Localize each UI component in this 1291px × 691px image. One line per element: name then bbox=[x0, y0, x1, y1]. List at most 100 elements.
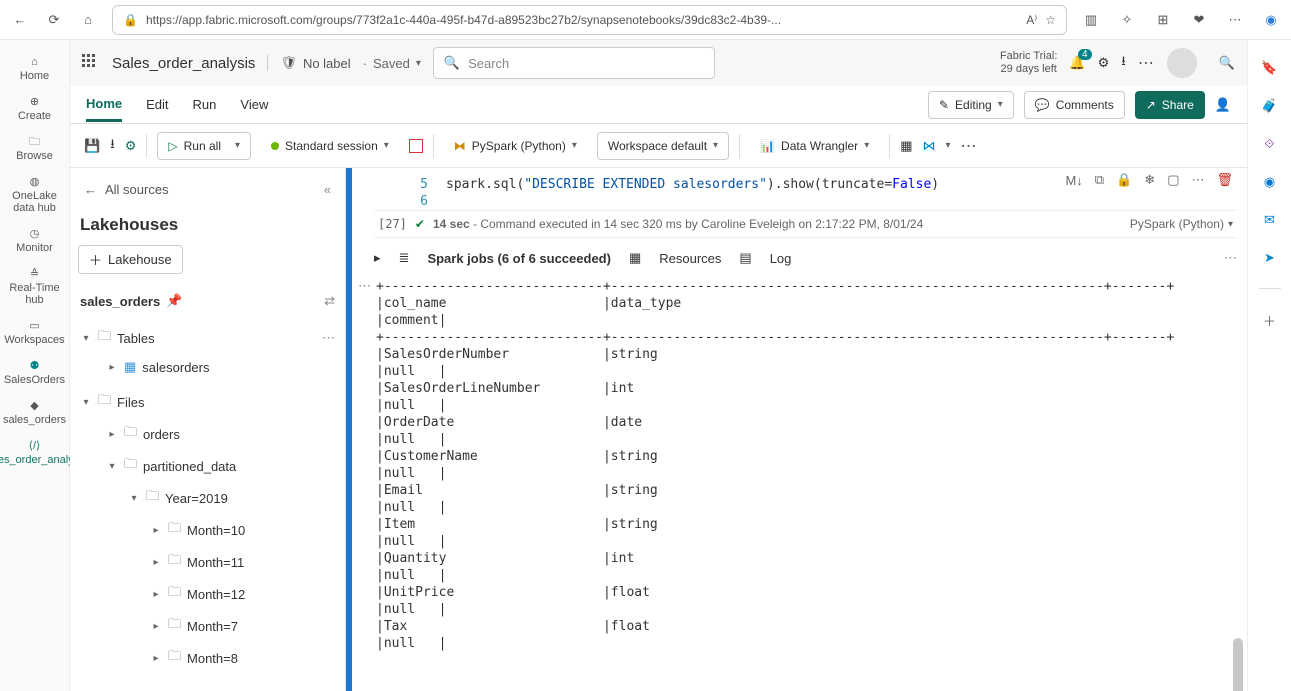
copy-cell-icon[interactable]: ⧉ bbox=[1095, 172, 1104, 188]
trial-info[interactable]: Fabric Trial: 29 days left bbox=[1000, 50, 1057, 76]
tree-folder-year[interactable]: ▾ 🗀 Year=2019 bbox=[78, 482, 337, 514]
save-icon[interactable]: 💾 bbox=[84, 138, 100, 154]
data-wrangler-button[interactable]: 📊Data Wrangler▾ bbox=[750, 132, 879, 160]
workspace-dropdown[interactable]: Workspace default▾ bbox=[597, 132, 729, 160]
tree-files[interactable]: ▾ 🗀 Files bbox=[78, 386, 337, 418]
right-search-icon[interactable]: 🔍 bbox=[1219, 55, 1235, 71]
tree-folder-orders[interactable]: ▸ 🗀 orders bbox=[78, 418, 337, 450]
comment-cell-icon[interactable]: ▢ bbox=[1167, 172, 1179, 188]
settings-gear-icon[interactable]: ⚙ bbox=[125, 138, 137, 154]
panel-more-icon[interactable]: ⋯ bbox=[358, 278, 371, 294]
save-state[interactable]: ·Saved ▾ bbox=[363, 56, 421, 71]
rail-create[interactable]: ⊕Create bbox=[0, 90, 69, 128]
rail-monitor[interactable]: ◷Monitor bbox=[0, 222, 69, 260]
split-icon[interactable]: ▥ bbox=[1081, 10, 1101, 30]
download-nb-icon[interactable]: ⭳ bbox=[110, 135, 115, 157]
search-input[interactable]: 🔍 Search bbox=[433, 47, 716, 79]
rail-notebook[interactable]: ⟨/⟩Sales_order_analysis bbox=[0, 434, 69, 472]
rail-salesorders-lh[interactable]: ◆sales_orders bbox=[0, 394, 69, 432]
scrollbar-thumb[interactable] bbox=[1233, 638, 1243, 691]
tree-folder-month[interactable]: ▸🗀Month=11 bbox=[78, 546, 337, 578]
spark-jobs-link[interactable]: Spark jobs (6 of 6 succeeded) bbox=[427, 251, 611, 266]
language-label: PySpark (Python) bbox=[472, 139, 566, 153]
send-icon[interactable]: ➤ bbox=[1264, 250, 1275, 266]
editing-mode-button[interactable]: ✎Editing▾ bbox=[928, 91, 1014, 119]
rail-realtime[interactable]: ≙Real-Time hub bbox=[0, 262, 69, 312]
refresh-button[interactable]: ⟳ bbox=[44, 10, 64, 30]
add-app-icon[interactable]: ＋ bbox=[1263, 311, 1276, 330]
delete-cell-icon[interactable]: 🗑 bbox=[1216, 172, 1233, 188]
tree-folder-month[interactable]: ▸🗀Month=10 bbox=[78, 514, 337, 546]
overflow-icon[interactable]: ⋯ bbox=[1225, 10, 1245, 30]
outlook-icon[interactable]: ✉ bbox=[1264, 212, 1275, 228]
favorites-icon[interactable]: ✧ bbox=[1117, 10, 1137, 30]
tag-icon[interactable]: 🔖 bbox=[1261, 60, 1277, 76]
resources-icon: ▦ bbox=[629, 250, 641, 266]
tree-folder-month[interactable]: ▸🗀Month=7 bbox=[78, 610, 337, 642]
comments-button[interactable]: 💬Comments bbox=[1024, 91, 1125, 119]
layout-icon[interactable]: ▦ bbox=[900, 138, 912, 154]
language-button[interactable]: ⧓PySpark (Python)▾ bbox=[444, 132, 587, 160]
tree-folder-month[interactable]: ▸🗀Month=8 bbox=[78, 642, 337, 674]
tab-edit[interactable]: Edit bbox=[146, 97, 168, 120]
tab-run[interactable]: Run bbox=[193, 97, 217, 120]
add-lakehouse-button[interactable]: ＋Lakehouse bbox=[78, 245, 183, 274]
folder-label: Year=2019 bbox=[165, 491, 228, 506]
notifications-button[interactable]: 🔔 4 bbox=[1069, 55, 1085, 71]
rail-onelake[interactable]: ◍OneLake data hub bbox=[0, 170, 69, 220]
read-aloud-icon[interactable]: A⁾ bbox=[1026, 13, 1037, 27]
copilot-icon[interactable]: ◉ bbox=[1261, 10, 1281, 30]
people-icon[interactable]: 👤 bbox=[1215, 97, 1231, 113]
sensitivity-text: No label bbox=[303, 56, 351, 71]
resources-link[interactable]: Resources bbox=[659, 251, 721, 266]
address-bar[interactable]: 🔒 https://app.fabric.microsoft.com/group… bbox=[112, 5, 1067, 35]
toolbar-more-icon[interactable]: ⋯ bbox=[961, 136, 978, 156]
home-button[interactable]: ⌂ bbox=[78, 10, 98, 30]
collapse-icon[interactable]: « bbox=[324, 182, 331, 197]
tree-table-salesorders[interactable]: ▸ ▦ salesorders bbox=[78, 354, 337, 380]
rail-workspaces[interactable]: ▭Workspaces bbox=[0, 314, 69, 352]
chevron-down-icon[interactable]: ▾ bbox=[946, 140, 951, 151]
scrollbar[interactable] bbox=[1233, 168, 1245, 691]
tree-folder-month[interactable]: ▸🗀Month=12 bbox=[78, 578, 337, 610]
tree-folder-partitioned[interactable]: ▾ 🗀 partitioned_data bbox=[78, 450, 337, 482]
all-sources-link[interactable]: ← All sources « bbox=[78, 178, 337, 201]
cell-toolbar: M↓ ⧉ 🔒 ❄ ▢ ⋯ 🗑 bbox=[1065, 172, 1233, 188]
more-icon[interactable]: ⋯ bbox=[1138, 53, 1155, 73]
lock-icon[interactable]: 🔒 bbox=[1116, 172, 1132, 188]
extension-icon[interactable]: ❤ bbox=[1189, 10, 1209, 30]
cell-more-icon[interactable]: ⋯ bbox=[1191, 172, 1204, 188]
expand-jobs-icon[interactable]: ▸ bbox=[374, 250, 381, 266]
download-icon[interactable]: ⭳ bbox=[1121, 52, 1126, 74]
share-button[interactable]: ↗Share bbox=[1135, 91, 1205, 119]
rail-browse[interactable]: 🗀Browse bbox=[0, 130, 69, 168]
back-button[interactable]: ← bbox=[10, 10, 30, 30]
cell-lang-dropdown[interactable]: PySpark (Python)▾ bbox=[1130, 217, 1233, 231]
log-link[interactable]: Log bbox=[770, 251, 792, 266]
sync-icon[interactable]: ⇄ bbox=[324, 293, 335, 309]
briefcase-icon[interactable]: 🧳 bbox=[1261, 98, 1277, 114]
pin-icon[interactable]: 📌 bbox=[166, 293, 182, 309]
collections-icon[interactable]: ⊞ bbox=[1153, 10, 1173, 30]
stop-icon[interactable] bbox=[409, 139, 423, 153]
rail-salesorders-ws[interactable]: ⚉SalesOrders bbox=[0, 354, 69, 392]
markdown-icon[interactable]: M↓ bbox=[1065, 173, 1082, 188]
tab-view[interactable]: View bbox=[240, 97, 268, 120]
settings-icon[interactable]: ⚙ bbox=[1098, 55, 1110, 71]
app-launcher-icon[interactable] bbox=[82, 54, 100, 72]
session-button[interactable]: Standard session▾ bbox=[261, 132, 399, 160]
tab-home[interactable]: Home bbox=[86, 96, 122, 122]
doc-title[interactable]: Sales_order_analysis bbox=[112, 55, 255, 72]
copilot-rail-icon[interactable]: ⟐ bbox=[1264, 136, 1274, 152]
more-icon[interactable]: ⋯ bbox=[322, 330, 335, 346]
office-icon[interactable]: ◉ bbox=[1264, 174, 1275, 190]
freeze-icon[interactable]: ❄ bbox=[1144, 172, 1155, 188]
sensitivity-label[interactable]: 🛡 No label bbox=[267, 55, 350, 71]
tree-lakehouse-root[interactable]: sales_orders 📌 ⇄ bbox=[78, 288, 337, 314]
vscode-icon[interactable]: ⋈ bbox=[923, 138, 936, 154]
avatar[interactable] bbox=[1167, 48, 1197, 78]
rail-home[interactable]: ⌂Home bbox=[0, 50, 69, 88]
tree-tables[interactable]: ▾ 🗀 Tables ⋯ bbox=[78, 322, 337, 354]
run-all-button[interactable]: ▷Run all▾ bbox=[157, 132, 251, 160]
favorite-icon[interactable]: ☆ bbox=[1045, 13, 1056, 27]
